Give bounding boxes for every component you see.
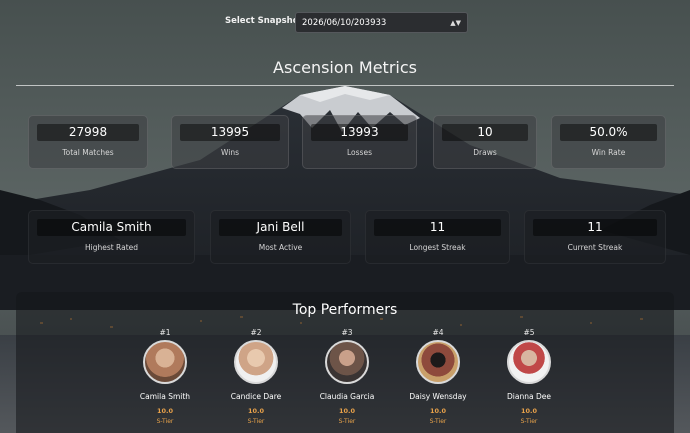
performer-rating: 10.0 — [338, 407, 356, 415]
performer-card[interactable]: #1 Camila Smith 10.0 S-Tier — [120, 328, 210, 425]
performer-card[interactable]: #3 Claudia Garcia 10.0 S-Tier — [302, 328, 392, 425]
stat-card-wins: 13995 Wins — [171, 115, 289, 169]
stat-card-win-rate: 50.0% Win Rate — [551, 115, 666, 169]
performer-tier: S-Tier — [156, 418, 174, 425]
page-title: Ascension Metrics — [273, 58, 417, 77]
stat-label: Draws — [473, 148, 497, 157]
performer-rating: 10.0 — [156, 407, 174, 415]
metrics-page: Select Snapshot: 2026/06/10/203933 ▲▼ As… — [0, 0, 690, 433]
stat-card-highest-rated: Camila Smith Highest Rated — [28, 210, 195, 264]
snapshot-select[interactable]: 2026/06/10/203933 ▲▼ — [295, 12, 468, 33]
stat-card-longest-streak: 11 Longest Streak — [365, 210, 510, 264]
stat-card-most-active: Jani Bell Most Active — [210, 210, 351, 264]
stat-label: Current Streak — [567, 243, 623, 252]
stat-label: Total Matches — [62, 148, 114, 157]
title-divider — [16, 85, 674, 86]
performer-card[interactable]: #5 Dianna Dee 10.0 S-Tier — [484, 328, 574, 425]
performer-rating: 10.0 — [520, 407, 538, 415]
stat-value: Camila Smith — [37, 219, 186, 236]
avatar — [143, 340, 187, 384]
performer-rating: 10.0 — [247, 407, 265, 415]
performer-rank: #2 — [250, 328, 262, 337]
snapshot-label: Select Snapshot: — [225, 16, 307, 26]
performer-rank: #4 — [432, 328, 444, 337]
stat-card-current-streak: 11 Current Streak — [524, 210, 666, 264]
performer-name: Dianna Dee — [507, 392, 551, 401]
snapshot-selector-row: Select Snapshot: 2026/06/10/203933 ▲▼ — [0, 12, 690, 34]
top-performers-title: Top Performers — [292, 302, 398, 318]
stat-value: 27998 — [37, 124, 139, 141]
stat-label: Losses — [347, 148, 372, 157]
performer-name: Candice Dare — [230, 392, 282, 401]
performer-tier: S-Tier — [520, 418, 538, 425]
stat-card-total-matches: 27998 Total Matches — [28, 115, 148, 169]
stat-value: 11 — [374, 219, 501, 236]
stat-card-draws: 10 Draws — [433, 115, 537, 169]
stat-value: Jani Bell — [219, 219, 342, 236]
performer-tier: S-Tier — [247, 418, 265, 425]
performer-tier: S-Tier — [338, 418, 356, 425]
performer-name: Camila Smith — [139, 392, 191, 401]
stat-card-losses: 13993 Losses — [302, 115, 417, 169]
performer-tier: S-Tier — [429, 418, 447, 425]
select-arrows-icon: ▲▼ — [450, 19, 461, 27]
stat-label: Highest Rated — [84, 243, 139, 252]
stat-value: 50.0% — [560, 124, 657, 141]
performer-card[interactable]: #4 Daisy Wensday 10.0 S-Tier — [393, 328, 483, 425]
stat-value: 13995 — [180, 124, 280, 141]
stat-label: Longest Streak — [409, 243, 466, 252]
performer-rank: #5 — [523, 328, 535, 337]
performer-card[interactable]: #2 Candice Dare 10.0 S-Tier — [211, 328, 301, 425]
performer-rank: #3 — [341, 328, 353, 337]
snapshot-selected-value: 2026/06/10/203933 — [302, 18, 387, 28]
stat-label: Wins — [221, 148, 239, 157]
performer-rank: #1 — [159, 328, 171, 337]
avatar — [507, 340, 551, 384]
stat-value: 10 — [442, 124, 528, 141]
performer-name: Claudia Garcia — [319, 392, 375, 401]
performer-name: Daisy Wensday — [409, 392, 467, 401]
stat-label: Win Rate — [591, 148, 626, 157]
performer-rating: 10.0 — [429, 407, 447, 415]
avatar — [325, 340, 369, 384]
stat-value: 11 — [533, 219, 657, 236]
avatar — [416, 340, 460, 384]
avatar — [234, 340, 278, 384]
stat-value: 13993 — [311, 124, 408, 141]
stat-label: Most Active — [258, 243, 303, 252]
